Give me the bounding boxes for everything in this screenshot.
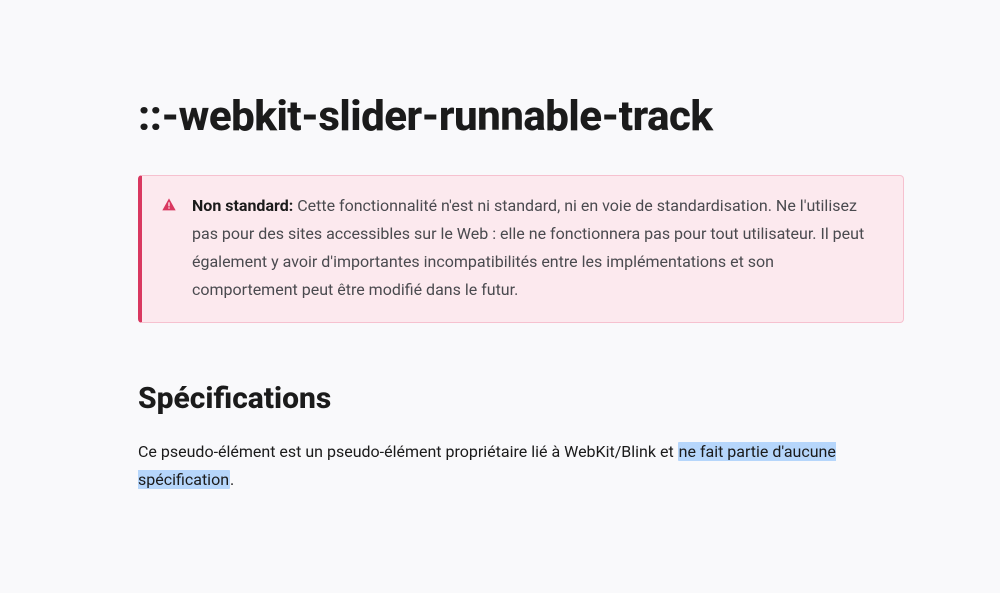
warning-icon — [160, 192, 178, 304]
spec-text-suffix: . — [230, 470, 234, 489]
notice-body-text: Cette fonctionnalité n'est ni standard, … — [192, 196, 864, 299]
notice-text: Non standard: Cette fonctionnalité n'est… — [192, 192, 883, 304]
notice-label: Non standard: — [192, 196, 293, 215]
nonstandard-notice: Non standard: Cette fonctionnalité n'est… — [138, 175, 904, 323]
spec-paragraph: Ce pseudo-élément est un pseudo-élément … — [138, 438, 904, 494]
section-heading-specifications: Spécifications — [138, 381, 904, 416]
spec-text-prefix: Ce pseudo-élément est un pseudo-élément … — [138, 442, 678, 461]
page-title: ::-webkit-slider-runnable-track — [138, 92, 904, 141]
